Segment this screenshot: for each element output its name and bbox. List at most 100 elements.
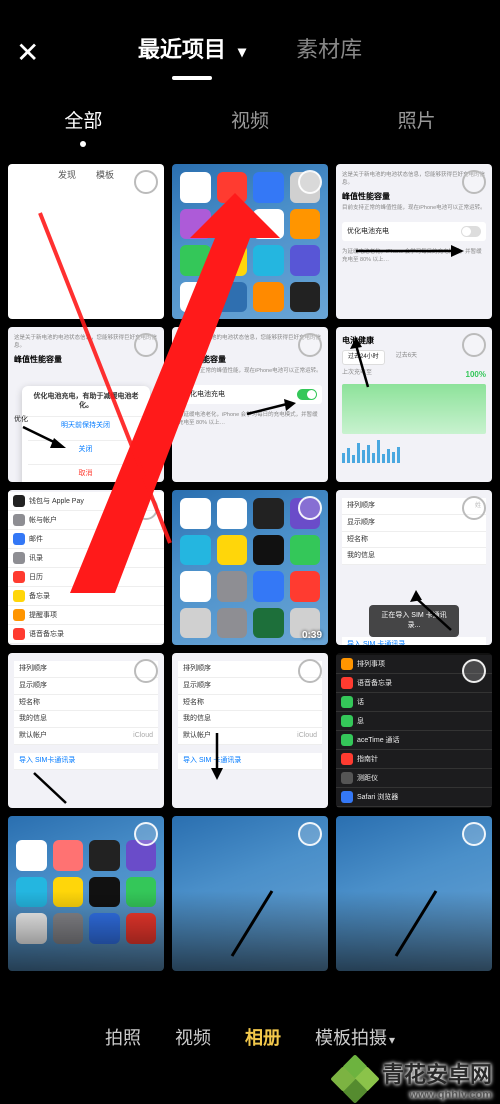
media-item[interactable]: 这是关于新电池的电池状态信息，您能够获得巨好充电的信息。 峰值性能容量 目前支持… (336, 164, 492, 319)
thumb-text: 邮件 (29, 534, 43, 544)
chevron-down-icon: ▾ (238, 44, 246, 61)
select-circle-icon[interactable] (134, 822, 158, 846)
close-icon[interactable]: ✕ (16, 39, 66, 67)
select-circle-icon[interactable] (298, 822, 322, 846)
media-item[interactable] (172, 164, 328, 319)
select-circle-icon[interactable] (134, 333, 158, 357)
media-item[interactable]: 钱包与 Apple Pay 帐与帐户 邮件 讯录 日历 备忘录 提醒事项 语音备… (8, 490, 164, 645)
thumb-text: 讯录 (29, 553, 43, 563)
video-duration: 0:39 (302, 630, 322, 641)
thumb-text: 过去6天 (391, 350, 422, 364)
select-circle-icon[interactable] (298, 170, 322, 194)
media-item[interactable]: 这是关于新电池的电池状态信息，您能够获得巨好充电的信息。 峰值性能容量 目前支持… (172, 327, 328, 482)
tab-library[interactable]: 素材库 (296, 32, 362, 74)
thumb-text: 测距仪 (357, 773, 378, 783)
select-circle-icon[interactable] (134, 496, 158, 520)
picker-header: ✕ 最近项目 ▾ 素材库 (0, 18, 500, 88)
thumb-text: 排列事项 (357, 659, 385, 669)
thumb-text: 短名称 (347, 535, 368, 545)
thumb-text: 我的信息 (19, 714, 47, 724)
thumb-text: 话 (357, 697, 364, 707)
thumb-text: 短名称 (183, 698, 204, 708)
arrow-icon (386, 886, 446, 966)
select-circle-icon[interactable] (298, 496, 322, 520)
mode-shoot[interactable]: 拍照 (105, 1024, 141, 1050)
mode-template[interactable]: 模板拍摄▾ (315, 1024, 395, 1050)
arrow-icon (356, 242, 466, 260)
thumb-text: 显示顺序 (347, 518, 375, 528)
thumb-text: 帐与帐户 (29, 515, 57, 525)
thumb-text: 目前支持正常的峰值性能，现在iPhone电池可以正常运转。 (178, 368, 322, 376)
toggle-off-icon (461, 226, 481, 237)
thumb-text: 模板 (96, 168, 114, 181)
select-circle-icon[interactable] (462, 659, 486, 683)
thumb-text: 语音备忘录 (29, 629, 64, 639)
thumb-text: 峰值性能容量 (14, 354, 158, 365)
thumb-text: 排列顺序 (347, 501, 375, 511)
media-item[interactable]: 发现 模板 (8, 164, 164, 319)
media-item[interactable] (336, 816, 492, 971)
thumb-text: 峰值性能容量 (178, 354, 322, 365)
thumb-text: 钱包与 Apple Pay (29, 496, 84, 506)
select-circle-icon[interactable] (298, 659, 322, 683)
thumb-text: aceTime 通话 (357, 735, 400, 745)
filter-video[interactable]: 视频 (231, 106, 269, 133)
thumb-text: 排列顺序 (19, 664, 47, 674)
thumb-text: 优化电池充电 (347, 227, 389, 237)
filter-all[interactable]: 全部 (64, 106, 102, 133)
media-item[interactable] (172, 816, 328, 971)
thumb-text: 优化电池充电 (183, 390, 225, 400)
select-circle-icon[interactable] (462, 170, 486, 194)
filter-photo[interactable]: 照片 (398, 106, 436, 133)
logo-icon (334, 1058, 376, 1100)
arrow-icon (202, 728, 232, 783)
arrow-icon (242, 399, 297, 419)
arrow-icon (406, 590, 461, 635)
bars-thumb (342, 438, 486, 463)
select-circle-icon[interactable] (134, 659, 158, 683)
thumb-text: 取消 (28, 465, 144, 482)
thumb-text: 短名称 (19, 698, 40, 708)
thumb-text: 指南针 (357, 754, 378, 764)
thumb-text: Safari 浏览器 (357, 792, 398, 802)
thumb-text: iCloud (133, 731, 153, 741)
media-item[interactable]: 这是关于新电池的电池状态信息，您能够获得巨好充电的信息。 峰值性能容量 优化 优… (8, 327, 164, 482)
thumb-text: 导入 SIM 卡通讯录 (347, 640, 405, 645)
mode-album[interactable]: 相册 (245, 1024, 281, 1050)
media-item[interactable]: 排列顺序 显示顺序 短名称 我的信息 默认帐户iCloud 导入 SIM 卡通讯… (172, 653, 328, 808)
arrow-icon (222, 886, 282, 966)
thumb-text: 峰值性能容量 (342, 191, 486, 202)
select-circle-icon[interactable] (462, 496, 486, 520)
thumb-text: 显示顺序 (183, 681, 211, 691)
arrow-icon (26, 768, 71, 808)
media-item[interactable]: 电池健康 过去24小时 过去6天 上次充电至 100% (336, 327, 492, 482)
thumb-text: 排列顺序 (183, 664, 211, 674)
media-item[interactable] (8, 816, 164, 971)
select-circle-icon[interactable] (462, 333, 486, 357)
thumb-text: 我的信息 (183, 714, 211, 724)
media-item[interactable]: 排列事项 语音备忘录 话 息 aceTime 通话 指南针 测距仪 Safari… (336, 653, 492, 808)
thumb-text: 默认帐户 (19, 731, 47, 741)
thumb-text: iCloud (297, 731, 317, 741)
thumb-text: 目前支持正常的峰值性能，现在iPhone电池可以正常运转。 (342, 205, 486, 213)
mode-video[interactable]: 视频 (175, 1024, 211, 1050)
chevron-down-icon: ▾ (389, 1033, 395, 1047)
thumb-text: 导入 SIM卡通讯录 (19, 756, 75, 766)
watermark-url: www.qhhlv.com (382, 1089, 492, 1101)
select-circle-icon[interactable] (298, 333, 322, 357)
select-circle-icon[interactable] (134, 170, 158, 194)
thumb-text: 发现 (58, 168, 76, 181)
thumb-text: 息 (357, 716, 364, 726)
thumb-text: 优化电池充电，有助于减缓电池老化。 (28, 392, 144, 412)
media-item[interactable]: 排列顺序 显示顺序 短名称 我的信息 默认帐户iCloud 导入 SIM卡通讯录 (8, 653, 164, 808)
thumb-text: 备忘录 (29, 591, 50, 601)
select-circle-icon[interactable] (462, 822, 486, 846)
thumb-text: 我的信息 (347, 551, 375, 561)
toggle-on-icon (297, 389, 317, 400)
thumb-text: 提醒事项 (29, 610, 57, 620)
media-item[interactable]: 排列顺序姓 显示顺序 短名称 我的信息 正在导入 SIM 卡通讯录... 导入 … (336, 490, 492, 645)
header-tabs: 最近项目 ▾ 素材库 (66, 32, 434, 74)
tab-recent[interactable]: 最近项目 ▾ (138, 32, 246, 74)
media-grid: 发现 模板 这是关于新电池的电池状态信息，您能够获得巨好充电的信息。 峰值性能容… (0, 164, 500, 971)
media-item[interactable]: 0:39 (172, 490, 328, 645)
